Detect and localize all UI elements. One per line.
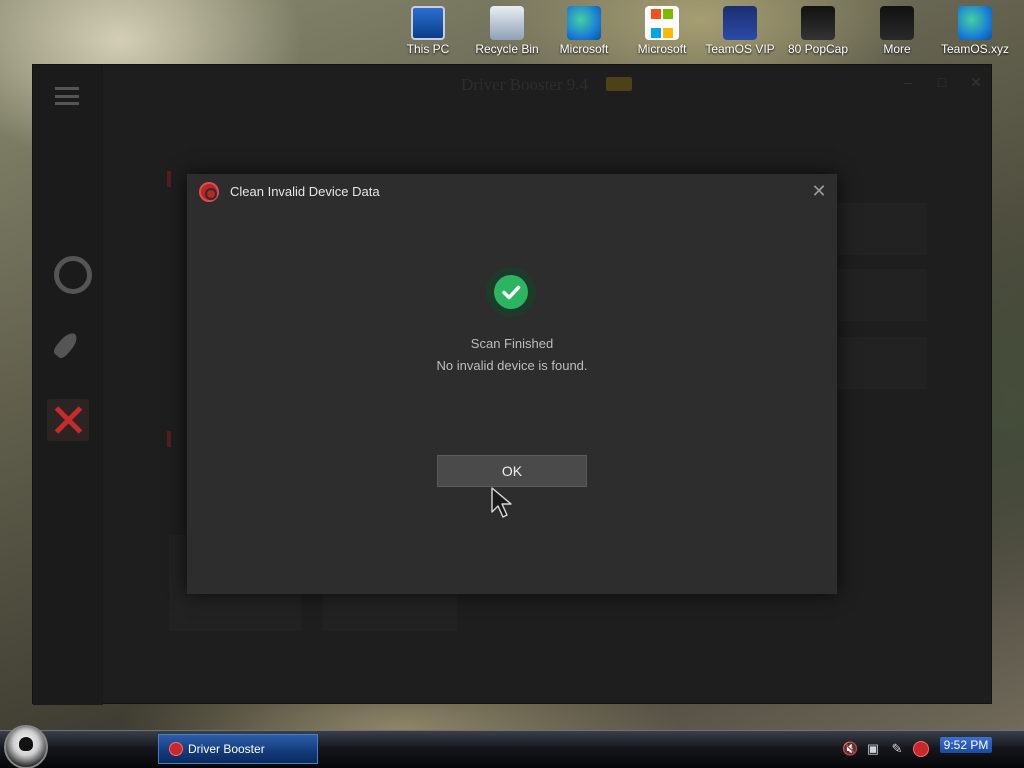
computer-icon (411, 6, 445, 40)
desktop-icon-more[interactable]: More (858, 6, 936, 56)
desktop-icon-teamos-vip[interactable]: TeamOS VIP Installer (701, 6, 779, 56)
dialog-title: Clean Invalid Device Data (230, 184, 380, 199)
desktop-icon-teamos-xyz[interactable]: TeamOS.xyz (936, 6, 1014, 56)
success-indicator (486, 267, 536, 317)
desktop-icon-edge[interactable]: Microsoft Edge (545, 6, 623, 56)
desktop-icon-label: Microsoft Edge (559, 42, 609, 56)
desktop-icon-label: 80 PopCap Games (787, 42, 849, 56)
desktop-icon-popcap[interactable]: 80 PopCap Games (779, 6, 857, 56)
recycle-bin-icon (490, 6, 524, 40)
hamburger-menu-icon[interactable] (55, 87, 79, 105)
store-icon (645, 6, 679, 40)
desktop-icon-label: Microsoft Store (637, 42, 687, 56)
desktop-icon-label: More (883, 42, 911, 56)
close-icon[interactable]: ✕ (810, 182, 828, 200)
app-sidebar (33, 65, 103, 705)
driver-booster-tray-icon[interactable] (913, 741, 929, 757)
teamos-icon (723, 6, 757, 40)
desktop-icon-label: TeamOS VIP Installer (705, 42, 775, 56)
taskbar-item-driver-booster[interactable]: Driver Booster (158, 734, 318, 764)
checkmark-icon (494, 275, 528, 309)
tools-nav-icon[interactable] (47, 399, 89, 441)
desktop-icon-this-pc[interactable]: This PC (389, 6, 467, 56)
desktop-icon-recycle-bin[interactable]: Recycle Bin (468, 6, 546, 56)
folder-icon (880, 6, 914, 40)
taskbar: Driver Booster 🔇 ▣ ✎ 9:52 PM (0, 725, 1024, 768)
mouse-cursor-icon (490, 486, 520, 525)
clean-invalid-device-dialog: Clean Invalid Device Data ✕ Scan Finishe… (187, 174, 837, 594)
edge-icon (958, 6, 992, 40)
desktop-icon-store[interactable]: Microsoft Store (623, 6, 701, 56)
desktop-icon-label: This PC (406, 42, 450, 56)
desktop-icons: This PC Recycle Bin Microsoft Edge Micro… (0, 0, 1024, 64)
boost-nav-icon[interactable] (47, 325, 89, 367)
pen-icon[interactable]: ✎ (889, 741, 905, 757)
volume-muted-icon[interactable]: 🔇 (842, 741, 858, 757)
scan-nav-icon[interactable] (47, 249, 92, 294)
popcap-icon (801, 6, 835, 40)
taskbar-item-label: Driver Booster (188, 742, 265, 756)
driver-booster-logo-icon (199, 182, 219, 202)
start-button[interactable] (4, 725, 48, 768)
desktop-icon-label: TeamOS.xyz (940, 42, 1009, 56)
network-icon[interactable]: ▣ (865, 741, 881, 757)
scan-status-message: No invalid device is found. (436, 358, 588, 373)
ok-button[interactable]: OK (437, 455, 587, 487)
desktop-icon-label: Recycle Bin (475, 42, 539, 56)
taskbar-clock[interactable]: 9:52 PM (940, 737, 992, 753)
edge-icon (567, 6, 601, 40)
scan-status-title: Scan Finished (470, 336, 554, 351)
driver-booster-icon (169, 742, 183, 756)
